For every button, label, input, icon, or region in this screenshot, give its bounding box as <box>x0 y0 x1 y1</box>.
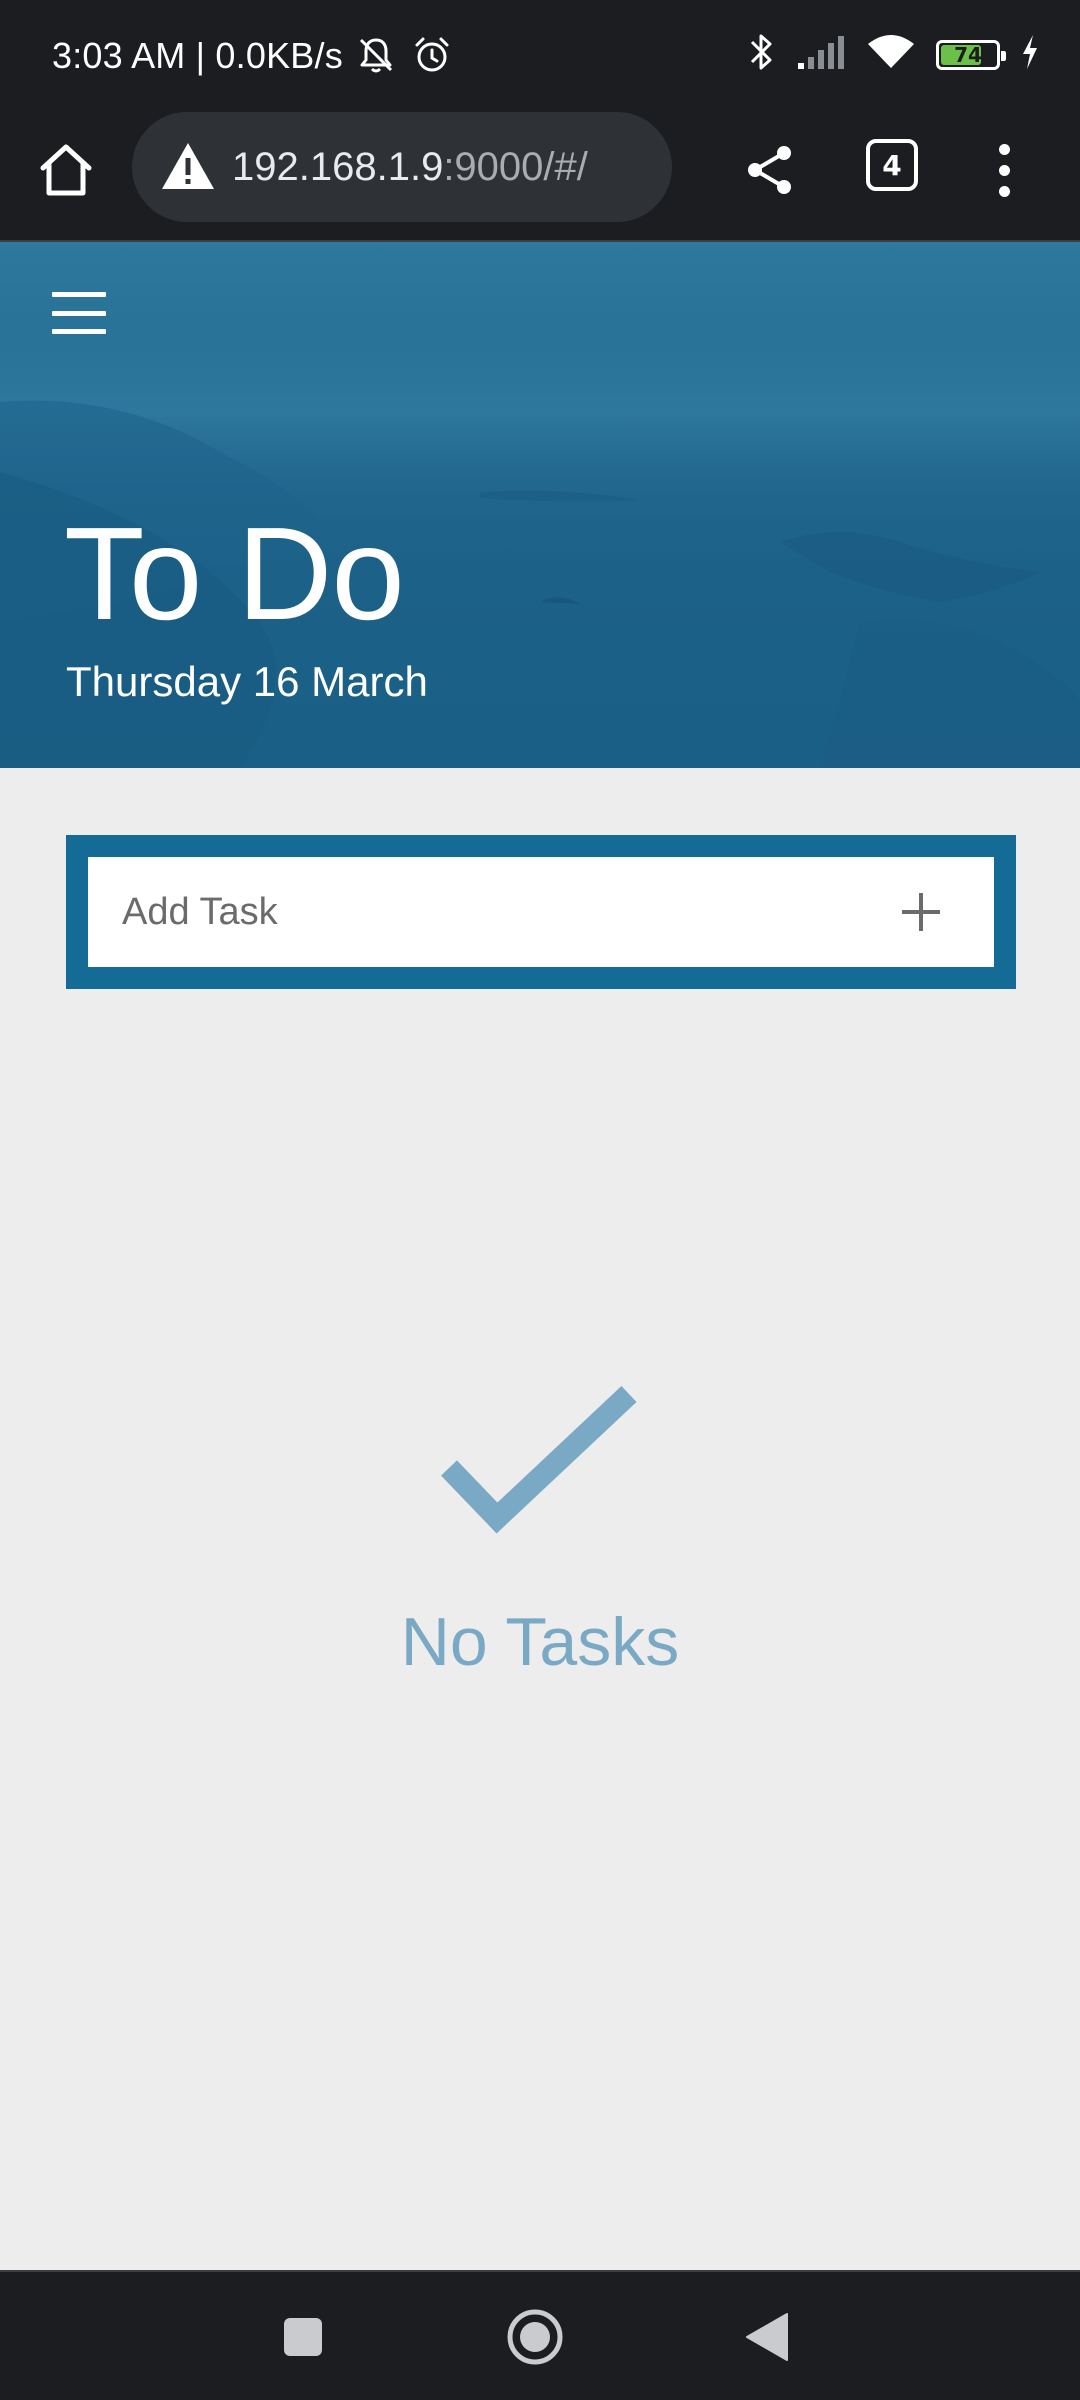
browser-home-button[interactable] <box>32 136 100 204</box>
hamburger-line <box>52 292 106 297</box>
warning-icon[interactable] <box>160 140 216 192</box>
header-hero: To Do Thursday 16 March <box>0 242 1080 768</box>
checkmark-icon <box>441 1385 637 1534</box>
hamburger-menu-icon[interactable] <box>52 292 106 334</box>
page-date: Thursday 16 March <box>66 658 428 705</box>
add-task-form <box>66 835 1016 989</box>
hamburger-line <box>52 310 106 316</box>
mute-bell-icon <box>355 34 397 81</box>
battery-level: 74 <box>954 42 982 67</box>
add-task-field-wrapper <box>88 857 994 967</box>
system-nav-bar <box>0 2270 1080 2400</box>
recents-icon <box>284 2318 322 2356</box>
back-icon <box>746 2313 788 2361</box>
alarm-icon <box>411 34 453 81</box>
add-task-button[interactable] <box>886 877 956 947</box>
empty-state: No Tasks <box>0 1380 1080 1682</box>
add-task-input[interactable] <box>88 857 868 967</box>
battery-icon: 74 <box>936 39 1006 70</box>
bluetooth-icon <box>748 30 776 79</box>
share-button[interactable] <box>736 136 804 204</box>
plus-icon <box>902 893 940 931</box>
status-bar: 3:03 AM | 0.0KB/s 74 <box>0 0 1080 112</box>
url-path: :9000/#/ <box>443 145 588 189</box>
more-dot <box>998 185 1010 197</box>
back-button[interactable] <box>732 2302 802 2372</box>
url-host: 192.168.1.9 <box>232 145 444 189</box>
status-right-icons: 74 <box>748 30 1040 79</box>
tabs-button[interactable]: 4 <box>866 139 918 191</box>
url-text[interactable]: 192.168.1.9:9000/#/ <box>232 142 588 192</box>
hamburger-line <box>52 329 106 334</box>
home-nav-button[interactable] <box>500 2302 570 2372</box>
signal-icon <box>796 33 846 76</box>
more-menu-button[interactable] <box>976 136 1032 204</box>
home-icon <box>40 144 92 196</box>
status-time: 3:03 AM | 0.0KB/s <box>52 35 343 76</box>
address-bar[interactable]: 192.168.1.9:9000/#/ <box>132 112 672 222</box>
home-circle-icon <box>507 2309 563 2365</box>
status-left-icons <box>355 34 453 81</box>
empty-state-label: No Tasks <box>400 1604 680 1680</box>
browser-toolbar: 192.168.1.9:9000/#/ 4 <box>0 112 1080 242</box>
charging-icon <box>1020 33 1040 76</box>
wifi-icon <box>866 32 916 77</box>
tab-count: 4 <box>882 148 902 182</box>
more-dot <box>998 143 1010 155</box>
recents-button[interactable] <box>268 2302 338 2372</box>
page-title: To Do <box>64 500 405 647</box>
battery-nub <box>1001 50 1006 61</box>
more-dot <box>998 164 1010 176</box>
share-icon <box>748 146 791 194</box>
